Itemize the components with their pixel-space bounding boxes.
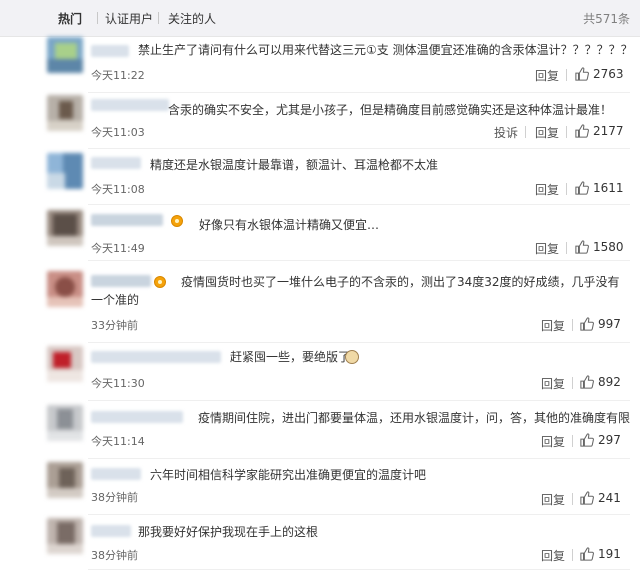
comment-item: 好像只有水银体温计精确又便宜… 今天11:49 回复 1580 (0, 205, 640, 261)
tab-following[interactable]: 关注的人 (168, 10, 216, 27)
reply-button[interactable]: 回复 (541, 375, 565, 392)
thumbs-up-icon[interactable] (575, 67, 589, 81)
username[interactable] (91, 99, 169, 111)
tab-divider (97, 12, 98, 24)
comment-item: 精度还是水银温度计最靠谱，额温计、耳温枪都不太准 今天11:08 回复 1611 (0, 149, 640, 205)
avatar[interactable] (47, 271, 83, 307)
username[interactable] (91, 214, 163, 226)
comment-time: 今天11:30 (91, 377, 145, 390)
username[interactable] (91, 468, 141, 480)
comment-item: 六年时间相信科学家能研究出准确更便宜的温度计吧 38分钟前 回复 241 (0, 459, 640, 515)
divider (572, 435, 573, 447)
reply-button[interactable]: 回复 (541, 317, 565, 334)
comment-text: 禁止生产了请问有什么可以用来代替这三元①支 测体温便宜还准确的含汞体温计？？？？… (138, 43, 633, 57)
avatar[interactable] (47, 210, 83, 246)
reply-button[interactable]: 回复 (535, 240, 559, 257)
like-count: 2763 (593, 67, 624, 81)
divider (572, 319, 573, 331)
comment-text: 精度还是水银温度计最靠谱，额温计、耳温枪都不太准 (150, 158, 439, 172)
avatar[interactable] (47, 37, 83, 73)
vip-badge-icon (171, 215, 183, 227)
comment-time: 今天11:14 (91, 435, 145, 448)
thumbs-up-icon[interactable] (575, 240, 589, 254)
tab-hot[interactable]: 热门 (58, 10, 82, 27)
thumbs-up-icon[interactable] (580, 433, 594, 447)
comment-item: 疫情期间住院，进出门都要量体温，还用水银温度计，问，答，其他的准确度有限 今天1… (0, 401, 640, 459)
reply-button[interactable]: 回复 (541, 433, 565, 450)
username[interactable] (91, 351, 221, 363)
like-count: 892 (598, 375, 621, 389)
divider (566, 183, 567, 195)
comment-time: 今天11:22 (91, 69, 145, 82)
filter-tabs: 热门 认证用户 关注的人 共571条 (0, 0, 640, 37)
comment-time: 今天11:08 (91, 183, 145, 196)
like-count: 1611 (593, 181, 624, 195)
comment-text: 六年时间相信科学家能研究出准确更便宜的温度计吧 (150, 468, 427, 482)
tab-verified-users[interactable]: 认证用户 (105, 10, 153, 27)
comment-item: 禁止生产了请问有什么可以用来代替这三元①支 测体温便宜还准确的含汞体温计？？？？… (0, 37, 640, 93)
avatar[interactable] (47, 462, 83, 498)
thumbs-up-icon[interactable] (575, 124, 589, 138)
avatar[interactable] (47, 346, 83, 382)
like-count: 297 (598, 433, 621, 447)
comment-item: 那我要好好保护我现在手上的这根 38分钟前 回复 191 (0, 515, 640, 570)
comment-text: 那我要好好保护我现在手上的这根 (138, 525, 319, 539)
divider (572, 377, 573, 389)
username[interactable] (91, 411, 183, 423)
thumbs-up-icon[interactable] (575, 181, 589, 195)
username[interactable] (91, 45, 129, 57)
avatar[interactable] (47, 405, 83, 441)
avatar[interactable] (47, 95, 83, 131)
divider (572, 549, 573, 561)
reply-button[interactable]: 回复 (535, 181, 559, 198)
divider (566, 126, 567, 138)
like-count: 997 (598, 317, 621, 331)
thumbs-up-icon[interactable] (580, 491, 594, 505)
comment-item: 疫情囤货时也买了一堆什么电子的不含汞的，测出了34度32度的好成绩，几乎没有一个… (0, 261, 640, 343)
emoji-icon (345, 350, 359, 364)
reply-button[interactable]: 回复 (541, 547, 565, 564)
comment-item: 含汞的确实不安全，尤其是小孩子，但是精确度目前感觉确实还是这种体温计最准！ 今天… (0, 93, 640, 149)
like-count: 2177 (593, 124, 624, 138)
comment-text: 含汞的确实不安全，尤其是小孩子，但是精确度目前感觉确实还是这种体温计最准！ (168, 103, 613, 117)
comment-text: 好像只有水银体温计精确又便宜… (199, 218, 380, 232)
reply-button[interactable]: 回复 (535, 67, 559, 84)
comment-time: 38分钟前 (91, 491, 138, 504)
thumbs-up-icon[interactable] (580, 317, 594, 331)
comment-text: 赶紧囤一些，要绝版了 (230, 350, 351, 364)
username[interactable] (91, 157, 141, 169)
reply-button[interactable]: 回复 (541, 491, 565, 508)
comment-time: 今天11:49 (91, 242, 145, 255)
total-comments-count: 共571条 (583, 12, 630, 26)
reply-button[interactable]: 回复 (535, 124, 559, 141)
comment-text: 疫情囤货时也买了一堆什么电子的不含汞的，测出了34度32度的好成绩，几乎没有一个… (91, 275, 620, 307)
thumbs-up-icon[interactable] (580, 547, 594, 561)
avatar[interactable] (47, 518, 83, 554)
divider (572, 493, 573, 505)
like-count: 1580 (593, 240, 624, 254)
comment-time: 今天11:03 (91, 126, 145, 139)
divider (566, 242, 567, 254)
username[interactable] (91, 525, 131, 537)
thumbs-up-icon[interactable] (580, 375, 594, 389)
comment-time: 33分钟前 (91, 319, 138, 332)
tab-divider (158, 12, 159, 24)
report-button[interactable]: 投诉 (494, 124, 518, 141)
like-count: 241 (598, 491, 621, 505)
comment-item: 赶紧囤一些，要绝版了 今天11:30 回复 892 (0, 343, 640, 401)
comment-time: 38分钟前 (91, 549, 138, 562)
divider (566, 69, 567, 81)
divider (525, 126, 526, 138)
comment-text: 疫情期间住院，进出门都要量体温，还用水银温度计，问，答，其他的准确度有限 (198, 411, 631, 425)
avatar[interactable] (47, 153, 83, 189)
like-count: 191 (598, 547, 621, 561)
